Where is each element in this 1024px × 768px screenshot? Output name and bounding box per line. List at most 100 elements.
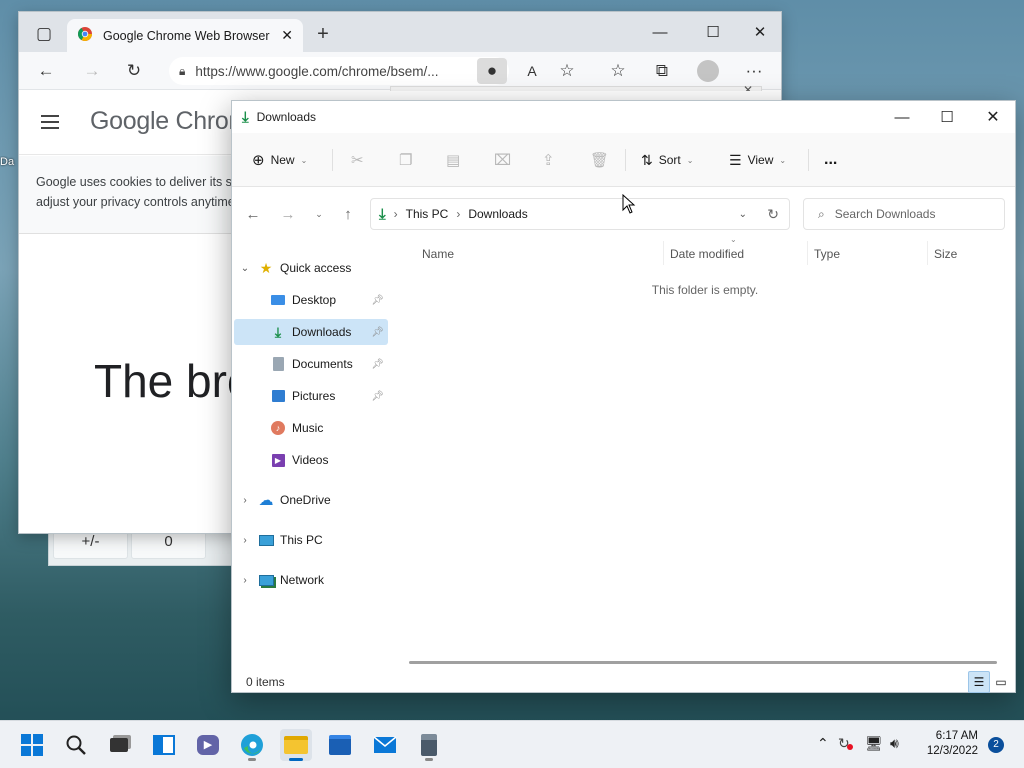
explorer-close-button[interactable]: ✕ [970, 97, 1016, 137]
sidebar-item-this-pc[interactable]: › This PC [238, 527, 392, 553]
address-dropdown-icon[interactable]: ⌄ [739, 209, 747, 220]
widgets-icon[interactable] [148, 729, 180, 761]
sidebar-item-videos[interactable]: ▶ Videos [234, 447, 388, 473]
column-divider[interactable] [807, 241, 808, 265]
edge-browser-icon[interactable] [236, 729, 268, 761]
view-list-icon: ☰ [729, 151, 742, 168]
tab-close-icon[interactable]: ✕ [281, 27, 293, 44]
sidebar-item-downloads[interactable]: ⤓ Downloads 📌︎ [234, 319, 388, 345]
microsoft-store-icon[interactable] [324, 729, 356, 761]
rename-button[interactable]: ⌧ [488, 145, 517, 175]
details-view-icon[interactable]: ☰ [968, 671, 990, 693]
chevron-right-icon: › [243, 534, 247, 546]
system-clock[interactable]: 6:17 AM 12/3/2022 [918, 729, 978, 759]
sidebar-item-pictures[interactable]: Pictures 📌︎ [234, 383, 388, 409]
breadcrumb-downloads[interactable]: Downloads [468, 207, 527, 221]
sidebar-item-documents[interactable]: Documents 📌︎ [234, 351, 388, 377]
column-size[interactable]: Size [934, 247, 957, 261]
column-name[interactable]: Name [422, 247, 454, 261]
search-icon[interactable] [60, 729, 92, 761]
profile-avatar-icon[interactable] [691, 52, 725, 90]
cloud-icon: ☁ [258, 492, 274, 509]
network-icon[interactable]: 🖥︎ [865, 735, 883, 752]
file-explorer-icon[interactable] [280, 729, 312, 761]
refresh-icon[interactable]: ↻ [767, 206, 779, 223]
collections-icon[interactable]: ⧉ [645, 52, 679, 90]
hamburger-menu-icon[interactable] [41, 115, 59, 129]
delete-button[interactable]: 🗑︎ [584, 145, 615, 175]
address-bar[interactable]: 🔒︎ https://www.google.com/chrome/bsem/..… [169, 57, 509, 85]
empty-folder-message: This folder is empty. [651, 283, 759, 297]
read-aloud-icon[interactable]: A [515, 52, 549, 90]
mail-icon[interactable] [369, 729, 401, 761]
clipboard-icon: ▤ [446, 152, 461, 169]
plus-circle-icon: ⊕ [252, 152, 265, 169]
toolbar-divider [808, 149, 809, 171]
favorites-icon[interactable]: ☆ [601, 52, 635, 90]
copy-icon: ❐ [399, 152, 413, 169]
paste-button[interactable]: ▤ [440, 145, 466, 175]
toolbar-divider [625, 149, 626, 171]
calculator-icon[interactable] [413, 729, 445, 761]
view-button[interactable]: ☰ View ⌄ [723, 145, 792, 175]
sort-button[interactable]: ⇅ Sort ⌄ [635, 145, 699, 175]
see-more-button[interactable]: ... [818, 145, 843, 175]
sidebar-item-desktop[interactable]: Desktop 📌︎ [234, 287, 388, 313]
sync-update-icon[interactable]: ↻ [838, 735, 853, 752]
show-hidden-icons-icon[interactable]: ⌃ [817, 735, 829, 752]
nav-up-icon[interactable]: ↑ [335, 201, 361, 227]
breadcrumb[interactable]: ⤓ › This PC › Downloads ⌄ ↻ [370, 198, 790, 230]
explorer-maximize-button[interactable]: ☐ [924, 97, 970, 137]
horizontal-scrollbar[interactable] [409, 661, 997, 664]
back-icon[interactable]: ← [29, 52, 63, 90]
share-icon: ⇪ [542, 152, 555, 169]
explorer-title-bar: ⤓ Downloads — ☐ ✕ [232, 101, 1015, 133]
nav-back-icon[interactable]: ← [240, 201, 266, 227]
copy-button[interactable]: ❐ [393, 145, 418, 175]
explorer-minimize-button[interactable]: — [879, 97, 925, 137]
browser-close-button[interactable]: ✕ [737, 12, 783, 52]
download-icon: ⤓ [379, 205, 386, 223]
forward-icon[interactable]: → [75, 52, 109, 90]
navigation-pane: ⌄ ★ Quick access Desktop 📌︎ ⤓ Downloads … [232, 243, 390, 655]
chevron-down-icon: ⌄ [240, 262, 250, 274]
sidebar-item-network[interactable]: › Network [238, 567, 392, 593]
toolbar-divider [332, 149, 333, 171]
window-title: Downloads [256, 110, 317, 124]
sidebar-quick-access[interactable]: ⌄ ★ Quick access [238, 255, 392, 281]
pin-icon: 📌︎ [371, 326, 384, 338]
refresh-icon[interactable]: ↻ [117, 52, 151, 90]
notification-badge[interactable]: 2 [988, 737, 1004, 753]
recent-locations-icon[interactable]: ⌄ [306, 201, 332, 227]
new-button[interactable]: ⊕ New ⌄ [246, 145, 313, 175]
column-date-modified[interactable]: Date modified [670, 247, 744, 261]
cut-button[interactable]: ✂ [345, 145, 370, 175]
status-item-count: 0 items [246, 675, 285, 689]
nav-forward-icon[interactable]: → [275, 201, 301, 227]
browser-minimize-button[interactable]: — [637, 12, 683, 52]
teams-chat-icon[interactable]: ▶ [192, 729, 224, 761]
column-divider[interactable] [663, 241, 664, 265]
tracking-prevention-icon[interactable]: ● [477, 58, 507, 84]
documents-icon [270, 356, 286, 372]
desktop-icon-label[interactable]: Da [0, 156, 18, 168]
breadcrumb-this-pc[interactable]: This PC [406, 207, 449, 221]
sidebar-item-music[interactable]: ♪ Music [234, 415, 388, 441]
tab-actions-icon[interactable]: ▢ [27, 15, 61, 53]
browser-tab[interactable]: Google Chrome Web Browser ✕ [67, 19, 303, 52]
hero-heading: The bro [94, 355, 253, 407]
column-divider[interactable] [927, 241, 928, 265]
start-windows-icon[interactable] [16, 729, 48, 761]
browser-maximize-button[interactable]: ☐ [690, 12, 736, 52]
column-type[interactable]: Type [814, 247, 840, 261]
search-box[interactable]: ⌕ Search Downloads [803, 198, 1005, 230]
google-chrome-logo[interactable]: Google Chrom [90, 107, 249, 136]
clock-date: 12/3/2022 [926, 745, 978, 757]
new-tab-icon[interactable]: + [306, 15, 340, 53]
volume-icon[interactable]: 🔊︎ [890, 735, 899, 752]
add-favorite-icon[interactable]: ☆ [550, 52, 584, 90]
sidebar-item-onedrive[interactable]: › ☁ OneDrive [238, 487, 392, 513]
task-view-icon[interactable] [103, 729, 135, 761]
large-icons-view-icon[interactable]: ▭ [990, 671, 1012, 693]
share-button[interactable]: ⇪ [536, 145, 561, 175]
